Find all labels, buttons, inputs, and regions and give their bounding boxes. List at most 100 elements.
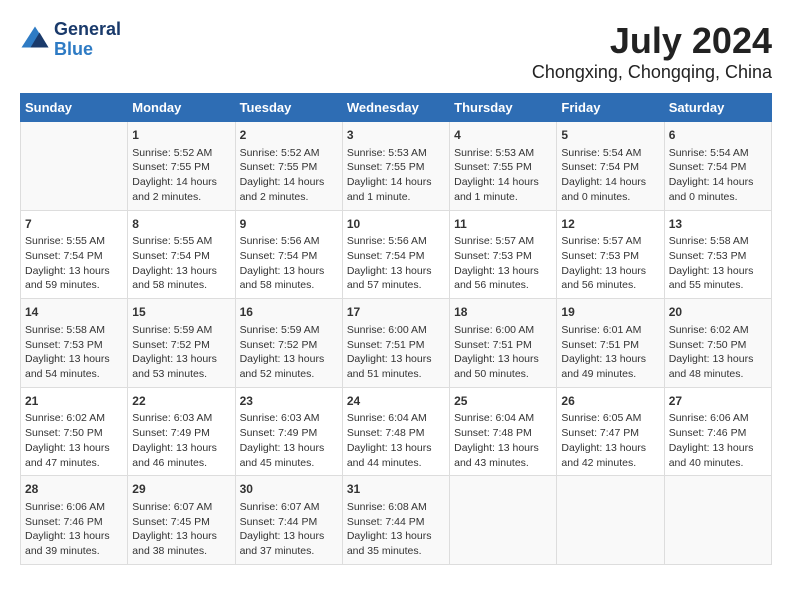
day-info: Sunrise: 5:59 AM Sunset: 7:52 PM Dayligh… [240, 323, 338, 382]
calendar-cell: 25Sunrise: 6:04 AM Sunset: 7:48 PM Dayli… [450, 387, 557, 476]
day-info: Sunrise: 5:56 AM Sunset: 7:54 PM Dayligh… [347, 234, 445, 293]
header-friday: Friday [557, 94, 664, 122]
calendar-header-row: SundayMondayTuesdayWednesdayThursdayFrid… [21, 94, 772, 122]
day-info: Sunrise: 5:55 AM Sunset: 7:54 PM Dayligh… [132, 234, 230, 293]
day-number: 19 [561, 304, 659, 321]
day-number: 11 [454, 216, 552, 233]
calendar-cell: 27Sunrise: 6:06 AM Sunset: 7:46 PM Dayli… [664, 387, 771, 476]
day-info: Sunrise: 6:03 AM Sunset: 7:49 PM Dayligh… [240, 411, 338, 470]
calendar-cell: 24Sunrise: 6:04 AM Sunset: 7:48 PM Dayli… [342, 387, 449, 476]
calendar-cell: 10Sunrise: 5:56 AM Sunset: 7:54 PM Dayli… [342, 210, 449, 299]
day-info: Sunrise: 5:52 AM Sunset: 7:55 PM Dayligh… [240, 146, 338, 205]
calendar-cell: 14 Sunrise: 5:58 AM Sunset: 7:53 PM Dayli… [21, 299, 128, 388]
calendar-cell: 16 Sunrise: 5:59 AM Sunset: 7:52 PM Dayli… [235, 299, 342, 388]
day-info: Sunrise: 6:07 AM Sunset: 7:44 PM Dayligh… [240, 500, 338, 559]
day-info: Sunrise: 5:59 AM Sunset: 7:52 PM Dayligh… [132, 323, 230, 382]
day-info: Sunrise: 6:01 AM Sunset: 7:51 PM Dayligh… [561, 323, 659, 382]
calendar-week-3: 14 Sunrise: 5:58 AM Sunset: 7:53 PM Dayli… [21, 299, 772, 388]
day-number: 22 [132, 393, 230, 410]
day-number: 6 [669, 127, 767, 144]
day-number: 2 [240, 127, 338, 144]
calendar-table: SundayMondayTuesdayWednesdayThursdayFrid… [20, 93, 772, 565]
day-number: 28 [25, 481, 123, 498]
calendar-cell: 22Sunrise: 6:03 AM Sunset: 7:49 PM Dayli… [128, 387, 235, 476]
day-number: 23 [240, 393, 338, 410]
page-header: General Blue July 2024 Chongxing, Chongq… [20, 20, 772, 83]
header-sunday: Sunday [21, 94, 128, 122]
day-info: Sunrise: 5:54 AM Sunset: 7:54 PM Dayligh… [669, 146, 767, 205]
calendar-cell: 19 Sunrise: 6:01 AM Sunset: 7:51 PM Dayli… [557, 299, 664, 388]
calendar-cell: 6 Sunrise: 5:54 AM Sunset: 7:54 PM Daylig… [664, 122, 771, 211]
day-info: Sunrise: 5:57 AM Sunset: 7:53 PM Dayligh… [561, 234, 659, 293]
calendar-cell: 26Sunrise: 6:05 AM Sunset: 7:47 PM Dayli… [557, 387, 664, 476]
day-info: Sunrise: 6:04 AM Sunset: 7:48 PM Dayligh… [347, 411, 445, 470]
calendar-week-2: 7Sunrise: 5:55 AM Sunset: 7:54 PM Daylig… [21, 210, 772, 299]
day-info: Sunrise: 5:52 AM Sunset: 7:55 PM Dayligh… [132, 146, 230, 205]
day-info: Sunrise: 5:58 AM Sunset: 7:53 PM Dayligh… [25, 323, 123, 382]
day-info: Sunrise: 6:00 AM Sunset: 7:51 PM Dayligh… [347, 323, 445, 382]
day-info: Sunrise: 6:02 AM Sunset: 7:50 PM Dayligh… [669, 323, 767, 382]
day-info: Sunrise: 6:06 AM Sunset: 7:46 PM Dayligh… [25, 500, 123, 559]
day-info: Sunrise: 5:53 AM Sunset: 7:55 PM Dayligh… [454, 146, 552, 205]
calendar-cell: 8Sunrise: 5:55 AM Sunset: 7:54 PM Daylig… [128, 210, 235, 299]
day-number: 10 [347, 216, 445, 233]
day-number: 17 [347, 304, 445, 321]
day-number: 26 [561, 393, 659, 410]
page-subtitle: Chongxing, Chongqing, China [532, 62, 772, 83]
calendar-cell: 15 Sunrise: 5:59 AM Sunset: 7:52 PM Dayli… [128, 299, 235, 388]
calendar-cell: 21Sunrise: 6:02 AM Sunset: 7:50 PM Dayli… [21, 387, 128, 476]
day-info: Sunrise: 5:57 AM Sunset: 7:53 PM Dayligh… [454, 234, 552, 293]
day-number: 14 [25, 304, 123, 321]
logo: General Blue [20, 20, 121, 60]
calendar-cell: 3Sunrise: 5:53 AM Sunset: 7:55 PM Daylig… [342, 122, 449, 211]
header-saturday: Saturday [664, 94, 771, 122]
day-number: 5 [561, 127, 659, 144]
day-info: Sunrise: 5:56 AM Sunset: 7:54 PM Dayligh… [240, 234, 338, 293]
day-info: Sunrise: 5:54 AM Sunset: 7:54 PM Dayligh… [561, 146, 659, 205]
day-number: 15 [132, 304, 230, 321]
header-wednesday: Wednesday [342, 94, 449, 122]
calendar-cell: 7Sunrise: 5:55 AM Sunset: 7:54 PM Daylig… [21, 210, 128, 299]
calendar-cell: 2 Sunrise: 5:52 AM Sunset: 7:55 PM Daylig… [235, 122, 342, 211]
day-number: 3 [347, 127, 445, 144]
day-info: Sunrise: 5:58 AM Sunset: 7:53 PM Dayligh… [669, 234, 767, 293]
day-number: 1 [132, 127, 230, 144]
day-number: 29 [132, 481, 230, 498]
calendar-cell: 9Sunrise: 5:56 AM Sunset: 7:54 PM Daylig… [235, 210, 342, 299]
day-number: 18 [454, 304, 552, 321]
calendar-cell: 23Sunrise: 6:03 AM Sunset: 7:49 PM Dayli… [235, 387, 342, 476]
calendar-week-4: 21Sunrise: 6:02 AM Sunset: 7:50 PM Dayli… [21, 387, 772, 476]
calendar-cell: 18 Sunrise: 6:00 AM Sunset: 7:51 PM Dayli… [450, 299, 557, 388]
day-info: Sunrise: 6:04 AM Sunset: 7:48 PM Dayligh… [454, 411, 552, 470]
day-number: 8 [132, 216, 230, 233]
day-number: 30 [240, 481, 338, 498]
day-info: Sunrise: 6:00 AM Sunset: 7:51 PM Dayligh… [454, 323, 552, 382]
day-number: 21 [25, 393, 123, 410]
calendar-cell [557, 476, 664, 565]
day-info: Sunrise: 6:07 AM Sunset: 7:45 PM Dayligh… [132, 500, 230, 559]
calendar-week-5: 28 Sunrise: 6:06 AM Sunset: 7:46 PM Dayli… [21, 476, 772, 565]
calendar-cell: 17 Sunrise: 6:00 AM Sunset: 7:51 PM Dayli… [342, 299, 449, 388]
day-number: 27 [669, 393, 767, 410]
day-number: 16 [240, 304, 338, 321]
calendar-cell: 29 Sunrise: 6:07 AM Sunset: 7:45 PM Dayli… [128, 476, 235, 565]
day-info: Sunrise: 6:03 AM Sunset: 7:49 PM Dayligh… [132, 411, 230, 470]
calendar-cell: 1 Sunrise: 5:52 AM Sunset: 7:55 PM Daylig… [128, 122, 235, 211]
day-number: 25 [454, 393, 552, 410]
day-info: Sunrise: 5:55 AM Sunset: 7:54 PM Dayligh… [25, 234, 123, 293]
logo-text: General Blue [54, 20, 121, 60]
day-number: 7 [25, 216, 123, 233]
day-number: 24 [347, 393, 445, 410]
page-title: July 2024 [532, 20, 772, 62]
day-number: 13 [669, 216, 767, 233]
calendar-cell [450, 476, 557, 565]
calendar-cell: 13Sunrise: 5:58 AM Sunset: 7:53 PM Dayli… [664, 210, 771, 299]
day-number: 4 [454, 127, 552, 144]
calendar-week-1: 1 Sunrise: 5:52 AM Sunset: 7:55 PM Daylig… [21, 122, 772, 211]
day-info: Sunrise: 6:06 AM Sunset: 7:46 PM Dayligh… [669, 411, 767, 470]
day-info: Sunrise: 6:05 AM Sunset: 7:47 PM Dayligh… [561, 411, 659, 470]
calendar-cell [664, 476, 771, 565]
calendar-cell: 28 Sunrise: 6:06 AM Sunset: 7:46 PM Dayli… [21, 476, 128, 565]
calendar-cell: 31Sunrise: 6:08 AM Sunset: 7:44 PM Dayli… [342, 476, 449, 565]
day-number: 9 [240, 216, 338, 233]
